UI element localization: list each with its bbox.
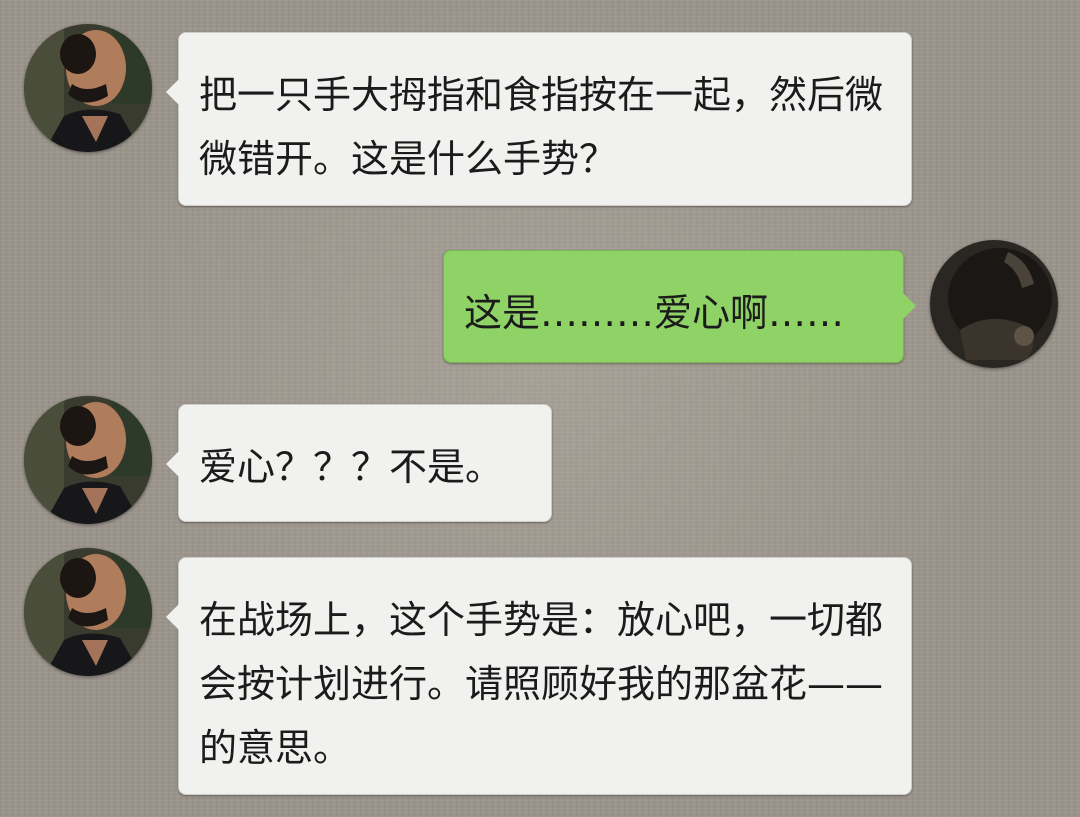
message-text: 把一只手大拇指和食指按在一起，然后微微错开。这是什么手势？ xyxy=(199,73,884,181)
man-portrait-avatar-icon xyxy=(24,24,152,152)
man-portrait-avatar-icon xyxy=(24,396,152,524)
message-bubble-incoming[interactable]: 把一只手大拇指和食指按在一起，然后微微错开。这是什么手势？ xyxy=(166,32,912,206)
chat-message-list[interactable]: 把一只手大拇指和食指按在一起，然后微微错开。这是什么手势？ 这是………爱心啊……… xyxy=(0,0,1080,817)
contact-avatar[interactable] xyxy=(24,396,152,524)
message-bubble-incoming[interactable]: 在战场上，这个手势是：放心吧，一切都会按计划进行。请照顾好我的那盆花——的意思。 xyxy=(166,557,912,795)
message-bubble-incoming[interactable]: 爱心？？？不是。 xyxy=(166,404,552,522)
message-text: 这是………爱心啊…… xyxy=(464,291,845,335)
contact-avatar[interactable] xyxy=(24,24,152,152)
message-text: 在战场上，这个手势是：放心吧，一切都会按计划进行。请照顾好我的那盆花——的意思。 xyxy=(199,598,884,770)
self-avatar[interactable] xyxy=(930,240,1058,368)
message-bubble-outgoing[interactable]: 这是………爱心啊…… xyxy=(443,250,916,363)
contact-avatar[interactable] xyxy=(24,548,152,676)
dark-photo-avatar-icon xyxy=(930,240,1058,368)
message-text: 爱心？？？不是。 xyxy=(199,445,504,489)
man-portrait-avatar-icon xyxy=(24,548,152,676)
